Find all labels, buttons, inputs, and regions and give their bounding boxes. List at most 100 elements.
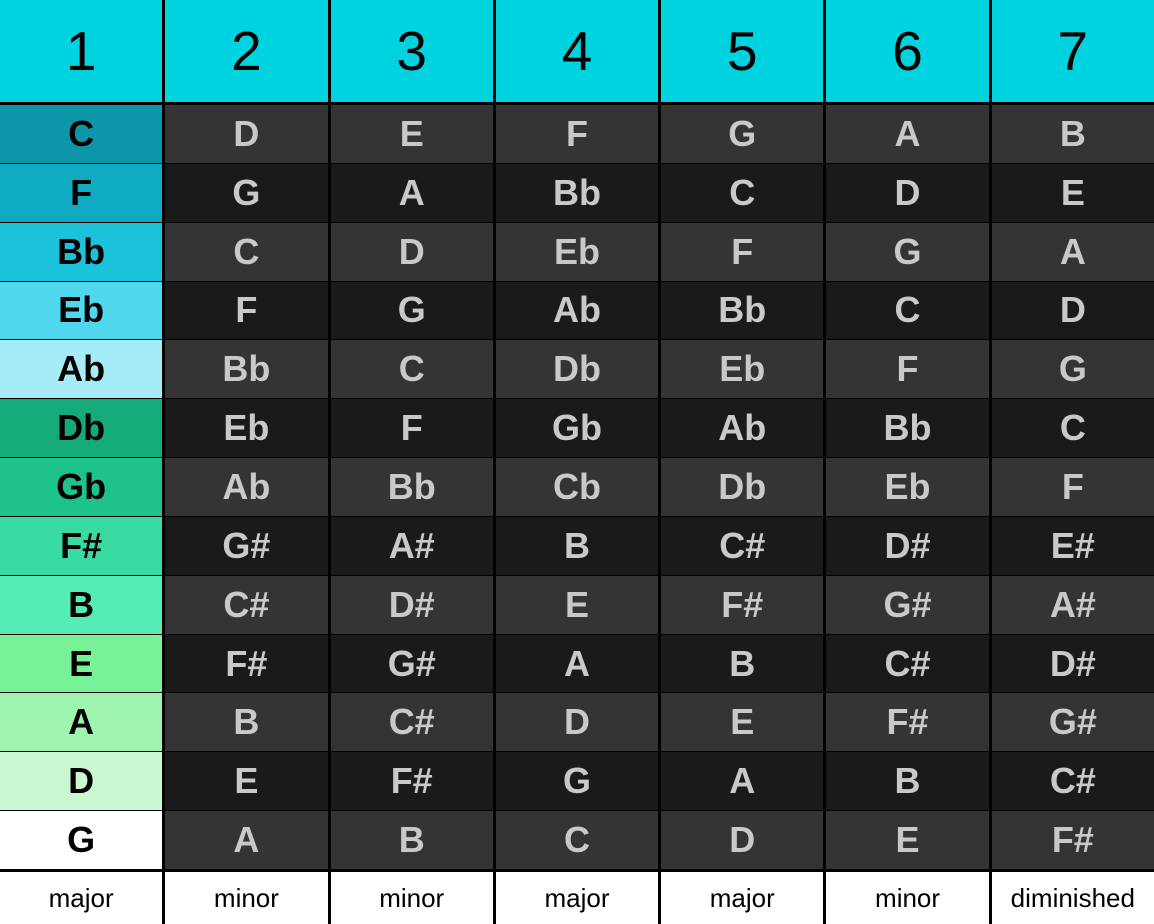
note-cell: G#: [165, 517, 330, 575]
note-cell: Gb: [496, 399, 661, 457]
note-cell: G: [331, 282, 496, 340]
key-cell: C: [0, 105, 165, 163]
note-cell: Cb: [496, 458, 661, 516]
scale-row: ABC#DEF#G#: [0, 693, 1154, 752]
note-cell: C#: [826, 635, 991, 693]
note-cell: D#: [331, 576, 496, 634]
note-cell: F#: [992, 811, 1154, 869]
note-cell: G: [661, 105, 826, 163]
note-cell: A#: [992, 576, 1154, 634]
note-cell: G#: [826, 576, 991, 634]
key-cell: Bb: [0, 223, 165, 281]
key-cell: D: [0, 752, 165, 810]
degree-header-3: 3: [331, 0, 496, 102]
degree-header-4: 4: [496, 0, 661, 102]
note-cell: A: [496, 635, 661, 693]
note-cell: A: [826, 105, 991, 163]
key-cell: E: [0, 635, 165, 693]
scale-row: DbEbFGbAbBbC: [0, 399, 1154, 458]
quality-footer-row: major minor minor major major minor dimi…: [0, 872, 1154, 924]
quality-5: major: [661, 872, 826, 924]
scale-row: GbAbBbCbDbEbF: [0, 458, 1154, 517]
degree-header-6: 6: [826, 0, 991, 102]
degree-header-row: 1 2 3 4 5 6 7: [0, 0, 1154, 105]
note-cell: E: [496, 576, 661, 634]
note-cell: B: [992, 105, 1154, 163]
note-cell: Eb: [826, 458, 991, 516]
note-cell: F: [331, 399, 496, 457]
note-cell: Eb: [165, 399, 330, 457]
key-cell: Ab: [0, 340, 165, 398]
note-cell: Bb: [826, 399, 991, 457]
note-cell: Db: [661, 458, 826, 516]
note-cell: A: [331, 164, 496, 222]
note-cell: E: [331, 105, 496, 163]
note-cell: G: [992, 340, 1154, 398]
diatonic-chord-chart: 1 2 3 4 5 6 7 CDEFGABFGABbCDEBbCDEbFGAEb…: [0, 0, 1154, 924]
note-cell: Bb: [496, 164, 661, 222]
note-cell: G#: [331, 635, 496, 693]
scale-row: EF#G#ABC#D#: [0, 635, 1154, 694]
quality-1: major: [0, 872, 165, 924]
quality-6: minor: [826, 872, 991, 924]
note-cell: C#: [331, 693, 496, 751]
note-cell: B: [496, 517, 661, 575]
note-cell: E#: [992, 517, 1154, 575]
note-cell: A: [165, 811, 330, 869]
note-cell: A#: [331, 517, 496, 575]
key-cell: B: [0, 576, 165, 634]
note-cell: D#: [826, 517, 991, 575]
degree-header-1: 1: [0, 0, 165, 102]
scale-body: CDEFGABFGABbCDEBbCDEbFGAEbFGAbBbCDAbBbCD…: [0, 105, 1154, 872]
note-cell: Ab: [165, 458, 330, 516]
key-cell: F#: [0, 517, 165, 575]
scale-row: DEF#GABC#: [0, 752, 1154, 811]
note-cell: Eb: [661, 340, 826, 398]
note-cell: F: [826, 340, 991, 398]
scale-row: AbBbCDbEbFG: [0, 340, 1154, 399]
key-cell: F: [0, 164, 165, 222]
degree-header-5: 5: [661, 0, 826, 102]
key-cell: A: [0, 693, 165, 751]
quality-4: major: [496, 872, 661, 924]
note-cell: Bb: [165, 340, 330, 398]
quality-2: minor: [165, 872, 330, 924]
note-cell: G: [165, 164, 330, 222]
scale-row: BbCDEbFGA: [0, 223, 1154, 282]
note-cell: D: [496, 693, 661, 751]
note-cell: B: [331, 811, 496, 869]
scale-row: EbFGAbBbCD: [0, 282, 1154, 341]
note-cell: C: [992, 399, 1154, 457]
note-cell: C#: [661, 517, 826, 575]
key-cell: Eb: [0, 282, 165, 340]
scale-row: FGABbCDE: [0, 164, 1154, 223]
note-cell: E: [826, 811, 991, 869]
note-cell: B: [826, 752, 991, 810]
note-cell: C#: [992, 752, 1154, 810]
note-cell: D: [826, 164, 991, 222]
note-cell: F: [661, 223, 826, 281]
note-cell: F#: [165, 635, 330, 693]
note-cell: D: [331, 223, 496, 281]
note-cell: C: [661, 164, 826, 222]
note-cell: F#: [661, 576, 826, 634]
quality-7: diminished: [992, 872, 1154, 924]
degree-header-2: 2: [165, 0, 330, 102]
note-cell: Bb: [331, 458, 496, 516]
note-cell: F#: [331, 752, 496, 810]
note-cell: C: [165, 223, 330, 281]
note-cell: C: [331, 340, 496, 398]
note-cell: B: [165, 693, 330, 751]
note-cell: E: [165, 752, 330, 810]
note-cell: F#: [826, 693, 991, 751]
note-cell: D: [992, 282, 1154, 340]
note-cell: E: [661, 693, 826, 751]
note-cell: F: [165, 282, 330, 340]
note-cell: C: [496, 811, 661, 869]
note-cell: B: [661, 635, 826, 693]
note-cell: Bb: [661, 282, 826, 340]
note-cell: Eb: [496, 223, 661, 281]
note-cell: G: [826, 223, 991, 281]
scale-row: F#G#A#BC#D#E#: [0, 517, 1154, 576]
note-cell: G#: [992, 693, 1154, 751]
